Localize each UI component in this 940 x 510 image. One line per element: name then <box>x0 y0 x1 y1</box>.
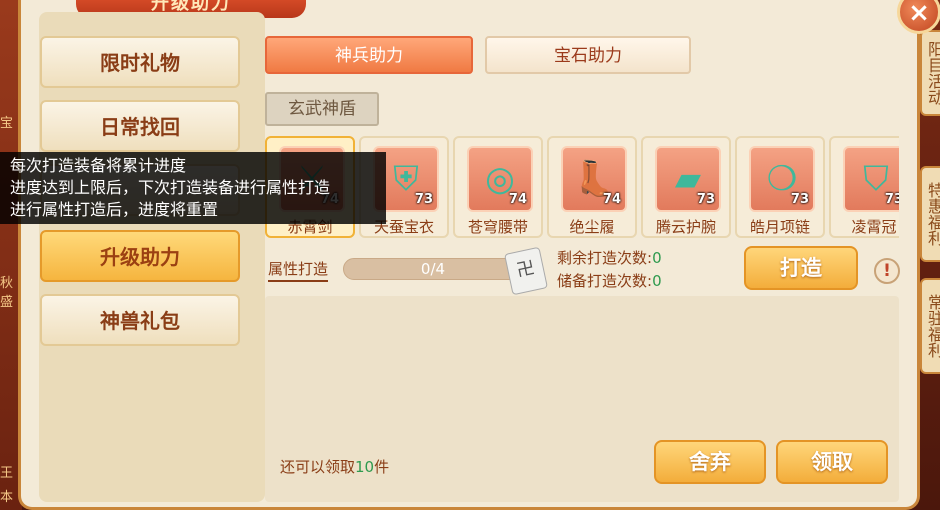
item-name: 绝尘履 <box>569 218 615 236</box>
equipment-item[interactable]: ◎ 74 苍穹腰带 <box>453 136 543 238</box>
equipment-item[interactable]: 👢 74 绝尘履 <box>547 136 637 238</box>
item-level: 74 <box>508 192 527 207</box>
equipment-item[interactable]: ⛉ 73 凌霄冠 <box>829 136 899 238</box>
forge-progress-bar: 0/4 <box>343 258 523 280</box>
stat-value: 0 <box>652 272 662 290</box>
remain-suffix: 件 <box>374 458 390 476</box>
forge-button[interactable]: 打造 <box>744 246 858 290</box>
sidebar-item-level-boost[interactable]: 升级助力 <box>40 230 240 282</box>
item-level: 73 <box>790 192 809 207</box>
sidebar-item-limited-gift[interactable]: 限时礼物 <box>40 36 240 88</box>
deco-text: 宝 <box>0 116 14 131</box>
deco-text: 王 <box>0 466 14 481</box>
right-tab-regular-welfare[interactable]: 常驻福利 <box>920 278 940 374</box>
right-tab-special-welfare[interactable]: 特惠福利 <box>920 166 940 262</box>
stat-value: 0 <box>652 249 662 267</box>
item-level: 73 <box>884 192 899 207</box>
warning-icon[interactable]: ! <box>874 258 900 284</box>
item-level: 73 <box>696 192 715 207</box>
remain-count: 10 <box>355 458 375 476</box>
tooltip-line: 进行属性打造后，进度将重置 <box>10 200 219 219</box>
abandon-button[interactable]: 舍弃 <box>654 440 766 484</box>
item-level: 74 <box>602 192 621 207</box>
sidebar-item-beast-gift[interactable]: 神兽礼包 <box>40 294 240 346</box>
remaining-claims: 还可以领取10件 <box>280 456 389 477</box>
remaining-forge-count: 剩余打造次数:0 <box>557 247 662 268</box>
tab-xuanwu-shield[interactable]: 玄武神盾 <box>265 92 379 126</box>
forge-progress-text: 0/4 <box>420 260 446 278</box>
deco-text: 本 <box>0 490 14 505</box>
remain-prefix: 还可以领取 <box>280 458 356 476</box>
stat-label: 储备打造次数: <box>557 272 653 290</box>
tooltip-line: 每次打造装备将累计进度 <box>10 156 187 175</box>
item-name: 凌霄冠 <box>851 218 897 236</box>
tab-weapon-boost[interactable]: 神兵助力 <box>265 36 473 74</box>
equipment-item[interactable]: ▰ 73 腾云护腕 <box>641 136 731 238</box>
forge-tooltip: 每次打造装备将累计进度 进度达到上限后，下次打造装备进行属性打造 进行属性打造后… <box>0 152 386 224</box>
right-tab-event[interactable]: 阳目活动 <box>920 30 940 116</box>
tab-gem-boost[interactable]: 宝石助力 <box>485 36 691 74</box>
item-name: 腾云护腕 <box>655 218 716 236</box>
item-name: 皓月项链 <box>749 218 810 236</box>
sidebar-item-daily-retrieve[interactable]: 日常找回 <box>40 100 240 152</box>
stored-forge-count: 储备打造次数:0 <box>557 270 662 291</box>
attribute-forge-label: 属性打造 <box>268 258 329 282</box>
equipment-item[interactable]: ❍ 73 皓月项链 <box>735 136 825 238</box>
item-name: 苍穹腰带 <box>467 218 528 236</box>
item-level: 73 <box>414 192 433 207</box>
claim-button[interactable]: 领取 <box>776 440 888 484</box>
close-icon: × <box>908 0 930 28</box>
tooltip-line: 进度达到上限后，下次打造装备进行属性打造 <box>10 178 331 197</box>
stat-label: 剩余打造次数: <box>557 249 653 267</box>
right-side-tabs: 阳目活动 特惠福利 常驻福利 <box>920 30 940 382</box>
